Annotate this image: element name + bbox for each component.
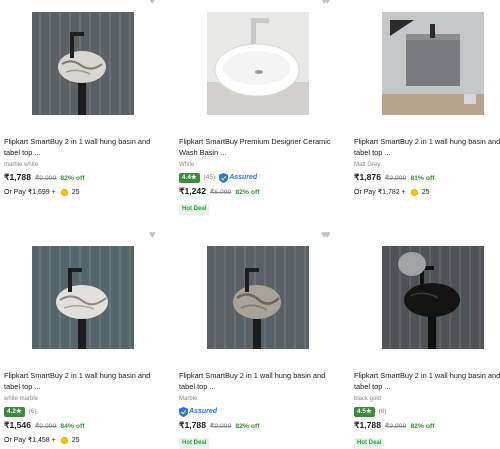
heart-icon[interactable]: ♥: [321, 0, 328, 7]
product-title[interactable]: Flipkart SmartBuy 2 in 1 wall hung basin…: [179, 370, 339, 392]
product-variant: marble white: [4, 162, 39, 168]
or-pay-text: Or Pay ₹1,458 +: [4, 437, 56, 444]
discount: 84% off: [60, 423, 85, 430]
price-row: ₹1,242 ₹6,999 82% off: [179, 186, 339, 197]
product-image[interactable]: [207, 12, 309, 115]
price-row: ₹1,788 ₹9,999 82% off: [179, 420, 339, 431]
product-title[interactable]: Flipkart SmartBuy 2 in 1 wall hung basin…: [4, 136, 164, 158]
product-image[interactable]: [32, 246, 134, 349]
product-card[interactable]: ♥ Flipkart SmartBuy 2 in 1 wall hung bas…: [4, 230, 164, 445]
discount: 82% off: [235, 423, 260, 430]
mrp: ₹9,999: [34, 423, 57, 430]
or-pay-row: Or Pay ₹1,699 + 25: [4, 187, 164, 197]
product-image-area[interactable]: ♥: [179, 230, 339, 350]
product-image-area[interactable]: ♥: [4, 0, 164, 116]
rating-row: 4.2★ (6): [4, 406, 164, 417]
mrp: ₹6,999: [209, 189, 232, 196]
product-image[interactable]: [32, 12, 134, 115]
product-title[interactable]: Flipkart SmartBuy 2 in 1 wall hung basin…: [354, 136, 500, 158]
price: ₹1,876: [354, 172, 381, 182]
rating-row: 4.4★ (45) Assured: [179, 172, 339, 183]
price: ₹1,788: [354, 420, 381, 430]
product-image-area[interactable]: ♥: [4, 230, 164, 350]
product-card[interactable]: ♥ Flipkart SmartBuy 2 in 1 wall hung bas…: [321, 0, 500, 197]
supercoin-icon: [60, 188, 68, 196]
discount: 82% off: [60, 175, 85, 182]
mrp: ₹9,999: [384, 175, 407, 182]
product-variant: Matt Grey: [354, 162, 381, 168]
product-card[interactable]: ♥ Flipkart SmartBuy Premium Designer Cer…: [179, 0, 339, 215]
assured-label: Assured: [189, 408, 218, 415]
rating-badge: 4.5★: [354, 406, 375, 417]
rating-row: 4.5★ (8): [354, 406, 500, 417]
hot-deal-badge: Hot Deal: [179, 438, 210, 449]
assured-shield-icon: [219, 172, 229, 183]
heart-icon[interactable]: ♥: [321, 230, 328, 241]
heart-icon[interactable]: ♥: [149, 0, 156, 7]
assured-badge: Assured: [179, 406, 217, 417]
hot-deal-badge: Hot Deal: [179, 204, 210, 215]
supercoin-icon: [410, 188, 418, 196]
mrp: ₹9,999: [34, 175, 57, 182]
product-variant: White: [179, 162, 195, 168]
product-image[interactable]: [382, 246, 484, 349]
product-image[interactable]: [382, 12, 484, 115]
rating-count: (6): [28, 408, 37, 415]
or-pay-row: Or Pay ₹1,458 + 25: [4, 435, 164, 445]
assured-badge: Assured: [219, 172, 257, 183]
coin-count: 25: [421, 188, 430, 196]
product-card[interactable]: ♥ Flipkart SmartBuy 2 in 1 wall hung bas…: [321, 230, 500, 449]
price: ₹1,788: [179, 420, 206, 430]
assured-label: Assured: [229, 174, 258, 181]
product-card[interactable]: ♥ Flipkart SmartBuy 2 in 1 wall hung bas…: [179, 230, 339, 449]
product-variant: Marble: [179, 396, 198, 402]
or-pay-row: Or Pay ₹1,782 + 25: [354, 187, 500, 197]
assured-shield-icon: [179, 406, 188, 417]
rating-count: (45): [203, 174, 216, 181]
mrp: ₹9,999: [384, 423, 407, 430]
product-title[interactable]: Flipkart SmartBuy Premium Designer Ceram…: [179, 136, 339, 158]
product-image-area[interactable]: ♥: [321, 230, 500, 350]
or-pay-text: Or Pay ₹1,699 +: [4, 189, 56, 196]
mrp: ₹9,999: [209, 423, 232, 430]
discount: 82% off: [410, 423, 435, 430]
discount: 82% off: [235, 189, 260, 196]
rating-badge: 4.2★: [4, 406, 25, 417]
price: ₹1,242: [179, 186, 206, 196]
price-row: ₹1,788 ₹9,999 82% off: [4, 172, 164, 183]
price: ₹1,788: [4, 172, 31, 182]
product-variant: black gold: [354, 396, 382, 402]
product-card[interactable]: ♥ Flipkart SmartBuy 2 in 1 wall hung bas…: [4, 0, 164, 197]
price: ₹1,546: [4, 420, 31, 430]
heart-icon[interactable]: ♥: [149, 230, 156, 241]
price-row: ₹1,546 ₹9,999 84% off: [4, 420, 164, 431]
rating-row: Assured: [179, 406, 339, 417]
coin-count: 25: [71, 436, 80, 444]
product-variant: white marble: [4, 396, 39, 402]
product-image[interactable]: [207, 246, 309, 349]
product-title[interactable]: Flipkart SmartBuy 2 in 1 wall hung basin…: [354, 370, 500, 392]
product-title[interactable]: Flipkart SmartBuy 2 in 1 wall hung basin…: [4, 370, 164, 392]
price-row: ₹1,788 ₹9,999 82% off: [354, 420, 500, 431]
coin-count: 25: [71, 188, 80, 196]
price-row: ₹1,876 ₹9,999 81% off: [354, 172, 500, 183]
hot-deal-badge: Hot Deal: [354, 438, 385, 449]
product-image-area[interactable]: ♥: [321, 0, 500, 116]
rating-count: (8): [378, 408, 387, 415]
supercoin-icon: [60, 436, 68, 444]
or-pay-text: Or Pay ₹1,782 +: [354, 189, 406, 196]
product-image-area[interactable]: ♥: [179, 0, 339, 116]
discount: 81% off: [410, 175, 435, 182]
rating-badge: 4.4★: [179, 172, 200, 183]
